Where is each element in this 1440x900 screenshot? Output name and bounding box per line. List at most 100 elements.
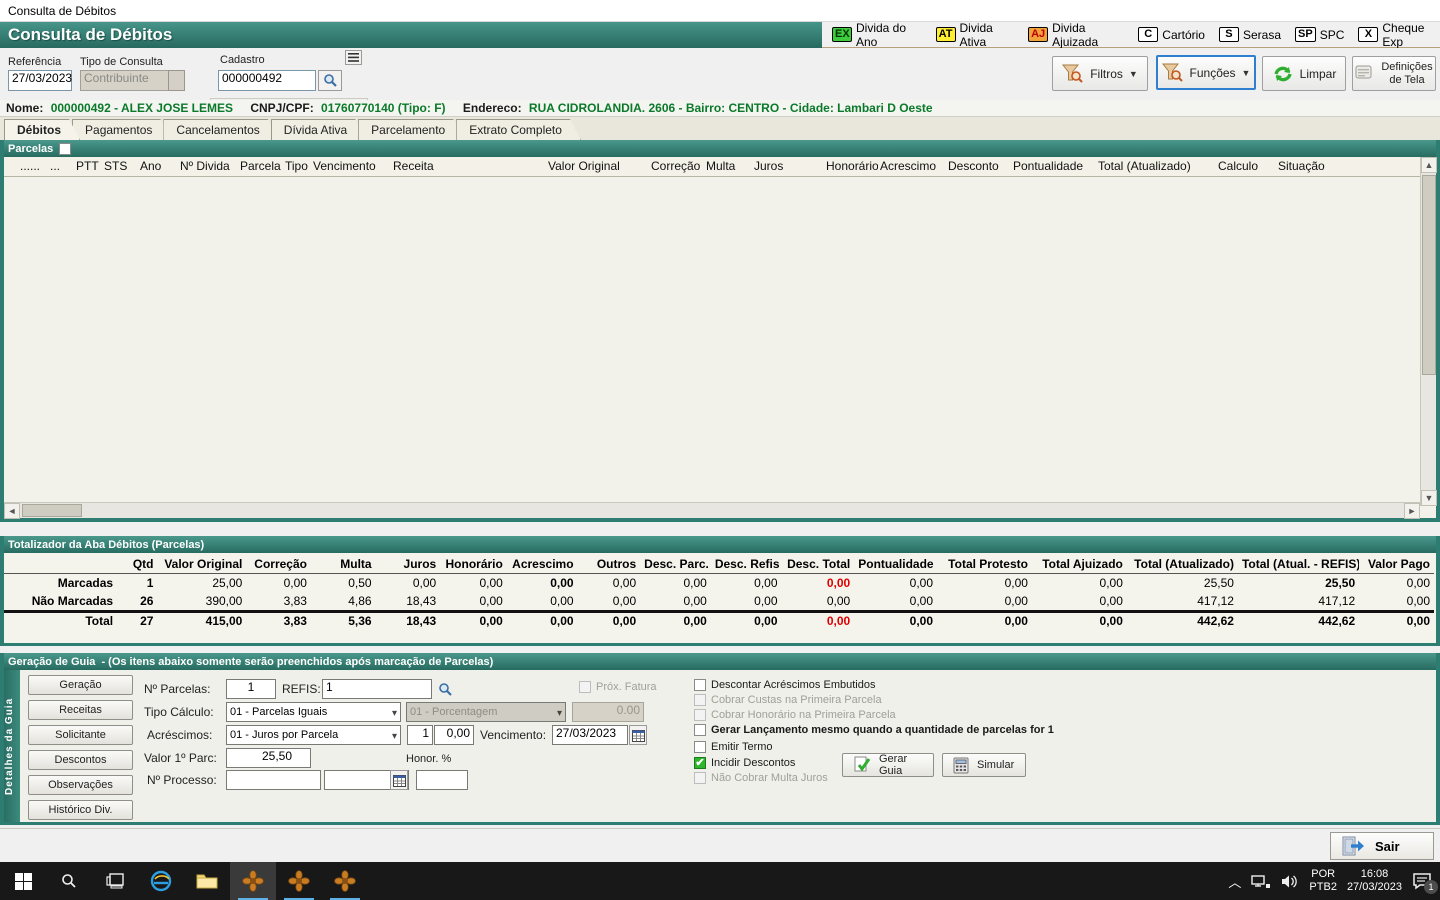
guia-side-button-observa-es[interactable]: Observações bbox=[28, 775, 133, 795]
column-header[interactable]: Valor Original bbox=[546, 157, 649, 176]
hidden-icons-chevron[interactable]: ︿ bbox=[1228, 872, 1241, 891]
guia-side-button-hist-rico-div-[interactable]: Histórico Div. bbox=[28, 800, 133, 820]
list-view-button[interactable] bbox=[345, 50, 362, 65]
detalhes-guia-side-tab[interactable]: Detalhes da Guia bbox=[4, 670, 20, 822]
guia-side-button-solicitante[interactable]: Solicitante bbox=[28, 725, 133, 745]
n-parcelas-input[interactable]: 1 bbox=[226, 679, 276, 699]
legend-item: SSerasa bbox=[1219, 27, 1281, 42]
notification-center-button[interactable]: 1 bbox=[1412, 872, 1432, 890]
processo-calendar-button[interactable] bbox=[390, 770, 408, 790]
refis-search-button[interactable] bbox=[434, 679, 456, 699]
tipo-consulta-dropdown-button[interactable] bbox=[168, 70, 185, 91]
tab-parcelamento[interactable]: Parcelamento bbox=[358, 119, 464, 140]
column-header[interactable]: Juros bbox=[752, 157, 824, 176]
guia-checkbox-descontar-acr-scimos-embutidos[interactable]: Descontar Acréscimos Embutidos bbox=[694, 679, 875, 691]
checkbox-icon[interactable] bbox=[694, 724, 706, 736]
legend-badge: SP bbox=[1295, 27, 1316, 42]
column-header[interactable]: Acrescimo bbox=[878, 157, 946, 176]
vencimento-input[interactable]: 27/03/2023 bbox=[552, 725, 628, 745]
checkbox-icon[interactable]: ✔ bbox=[694, 757, 706, 769]
vertical-scroll-thumb[interactable] bbox=[1422, 175, 1436, 375]
sair-button[interactable]: Sair bbox=[1330, 832, 1434, 860]
file-explorer-button[interactable] bbox=[184, 862, 230, 900]
acrescimo-qtd-input[interactable]: 1 bbox=[407, 725, 433, 745]
filtros-button[interactable]: Filtros ▼ bbox=[1052, 56, 1148, 91]
tab-d-vida-ativa[interactable]: Dívida Ativa bbox=[271, 119, 366, 140]
column-header[interactable]: PTT bbox=[74, 157, 102, 176]
parcelas-select-all-checkbox[interactable] bbox=[59, 143, 71, 155]
clock[interactable]: 16:0827/03/2023 bbox=[1347, 868, 1402, 894]
column-header[interactable]: Total (Atualizado) bbox=[1096, 157, 1216, 176]
checkbox-icon[interactable] bbox=[694, 741, 706, 753]
definicoes-tela-button[interactable]: Definiçõesde Tela bbox=[1352, 56, 1436, 91]
acrescimos-select[interactable]: 01 - Juros por Parcela bbox=[226, 725, 401, 745]
guia-side-button-descontos[interactable]: Descontos bbox=[28, 750, 133, 770]
app-window-button-2[interactable] bbox=[276, 862, 322, 900]
column-header[interactable]: Desconto bbox=[946, 157, 1011, 176]
internet-explorer-button[interactable] bbox=[138, 862, 184, 900]
funcoes-button[interactable]: Funções ▼ bbox=[1156, 55, 1256, 90]
scroll-right-icon[interactable]: ► bbox=[1404, 503, 1420, 519]
column-header[interactable]: Parcela bbox=[238, 157, 283, 176]
column-header[interactable]: Correção bbox=[649, 157, 704, 176]
gerar-guia-button[interactable]: Gerar Guia bbox=[842, 753, 934, 777]
tab-extrato-completo[interactable]: Extrato Completo bbox=[456, 119, 581, 140]
guia-checkbox-emitir-termo[interactable]: Emitir Termo bbox=[694, 741, 773, 753]
task-view-button[interactable] bbox=[92, 862, 138, 900]
column-header[interactable]: ... bbox=[48, 157, 74, 176]
referencia-input[interactable]: 27/03/2023 bbox=[8, 70, 72, 91]
column-header[interactable]: Calculo bbox=[1216, 157, 1276, 176]
limpar-button[interactable]: Limpar bbox=[1262, 56, 1346, 91]
legend-label: Divida do Ano bbox=[856, 21, 922, 49]
tab-pagamentos[interactable]: Pagamentos bbox=[72, 119, 171, 140]
guia-side-button-receitas[interactable]: Receitas bbox=[28, 700, 133, 720]
valor-parc-input[interactable]: 25,50 bbox=[226, 748, 311, 768]
column-header[interactable]: ...... bbox=[18, 157, 48, 176]
network-icon[interactable] bbox=[1251, 874, 1271, 889]
guia-checkbox-gerar-lan-amento-mesmo-quando-a-quantida[interactable]: Gerar Lançamento mesmo quando a quantida… bbox=[694, 724, 1054, 736]
app-window-button-1[interactable] bbox=[230, 862, 276, 900]
column-header[interactable]: Multa bbox=[704, 157, 752, 176]
cadastro-input[interactable]: 000000492 bbox=[218, 70, 316, 91]
speaker-icon[interactable] bbox=[1281, 874, 1299, 889]
checkbox-icon[interactable] bbox=[694, 679, 706, 691]
column-header[interactable]: Honorário bbox=[824, 157, 878, 176]
totalizer-value: 0,00 bbox=[578, 592, 641, 611]
column-header[interactable]: Vencimento bbox=[311, 157, 391, 176]
processo-input[interactable] bbox=[226, 770, 321, 790]
cadastro-search-button[interactable] bbox=[318, 70, 342, 91]
calendar-icon bbox=[393, 774, 406, 787]
vencimento-calendar-button[interactable] bbox=[629, 725, 647, 745]
scroll-up-icon[interactable]: ▲ bbox=[1421, 157, 1437, 173]
honor-input[interactable] bbox=[416, 770, 468, 790]
scroll-down-icon[interactable]: ▼ bbox=[1421, 490, 1437, 506]
column-header[interactable] bbox=[4, 157, 18, 176]
scroll-left-icon[interactable]: ◄ bbox=[4, 503, 20, 519]
column-header[interactable]: Pontualidade bbox=[1011, 157, 1096, 176]
sair-label: Sair bbox=[1375, 839, 1400, 854]
column-header[interactable]: Receita bbox=[391, 157, 546, 176]
horizontal-scroll-thumb[interactable] bbox=[22, 504, 82, 517]
app-window-button-3[interactable] bbox=[322, 862, 368, 900]
guia-checkbox-incidir-descontos[interactable]: ✔Incidir Descontos bbox=[694, 757, 795, 769]
acrescimo-valor-input[interactable]: 0,00 bbox=[434, 725, 474, 745]
column-header[interactable]: Ano bbox=[138, 157, 178, 176]
column-header[interactable]: Situação bbox=[1276, 157, 1426, 176]
tab-cancelamentos[interactable]: Cancelamentos bbox=[163, 119, 278, 140]
vertical-scrollbar[interactable]: ▲ ▼ bbox=[1420, 157, 1436, 506]
totalizer-value: 417,12 bbox=[1127, 592, 1238, 611]
tipo-calculo-select[interactable]: 01 - Parcelas Iguais bbox=[226, 702, 401, 722]
language-indicator[interactable]: PORPTB2 bbox=[1309, 868, 1337, 894]
taskbar-search-button[interactable] bbox=[46, 862, 92, 900]
totalizer-value: 0,00 bbox=[854, 573, 937, 592]
column-header[interactable]: Tipo bbox=[283, 157, 311, 176]
refis-input[interactable]: 1 bbox=[322, 679, 432, 699]
column-header[interactable]: STS bbox=[102, 157, 138, 176]
column-header[interactable]: Nº Divida bbox=[178, 157, 238, 176]
tab-d-bitos[interactable]: Débitos bbox=[4, 119, 80, 140]
simular-button[interactable]: Simular bbox=[942, 753, 1026, 777]
start-button[interactable] bbox=[0, 862, 46, 900]
guia-side-button-gera-o[interactable]: Geração bbox=[28, 675, 133, 695]
totalizer-value: 0,00 bbox=[937, 573, 1032, 592]
horizontal-scrollbar[interactable]: ◄ ► bbox=[4, 502, 1420, 518]
